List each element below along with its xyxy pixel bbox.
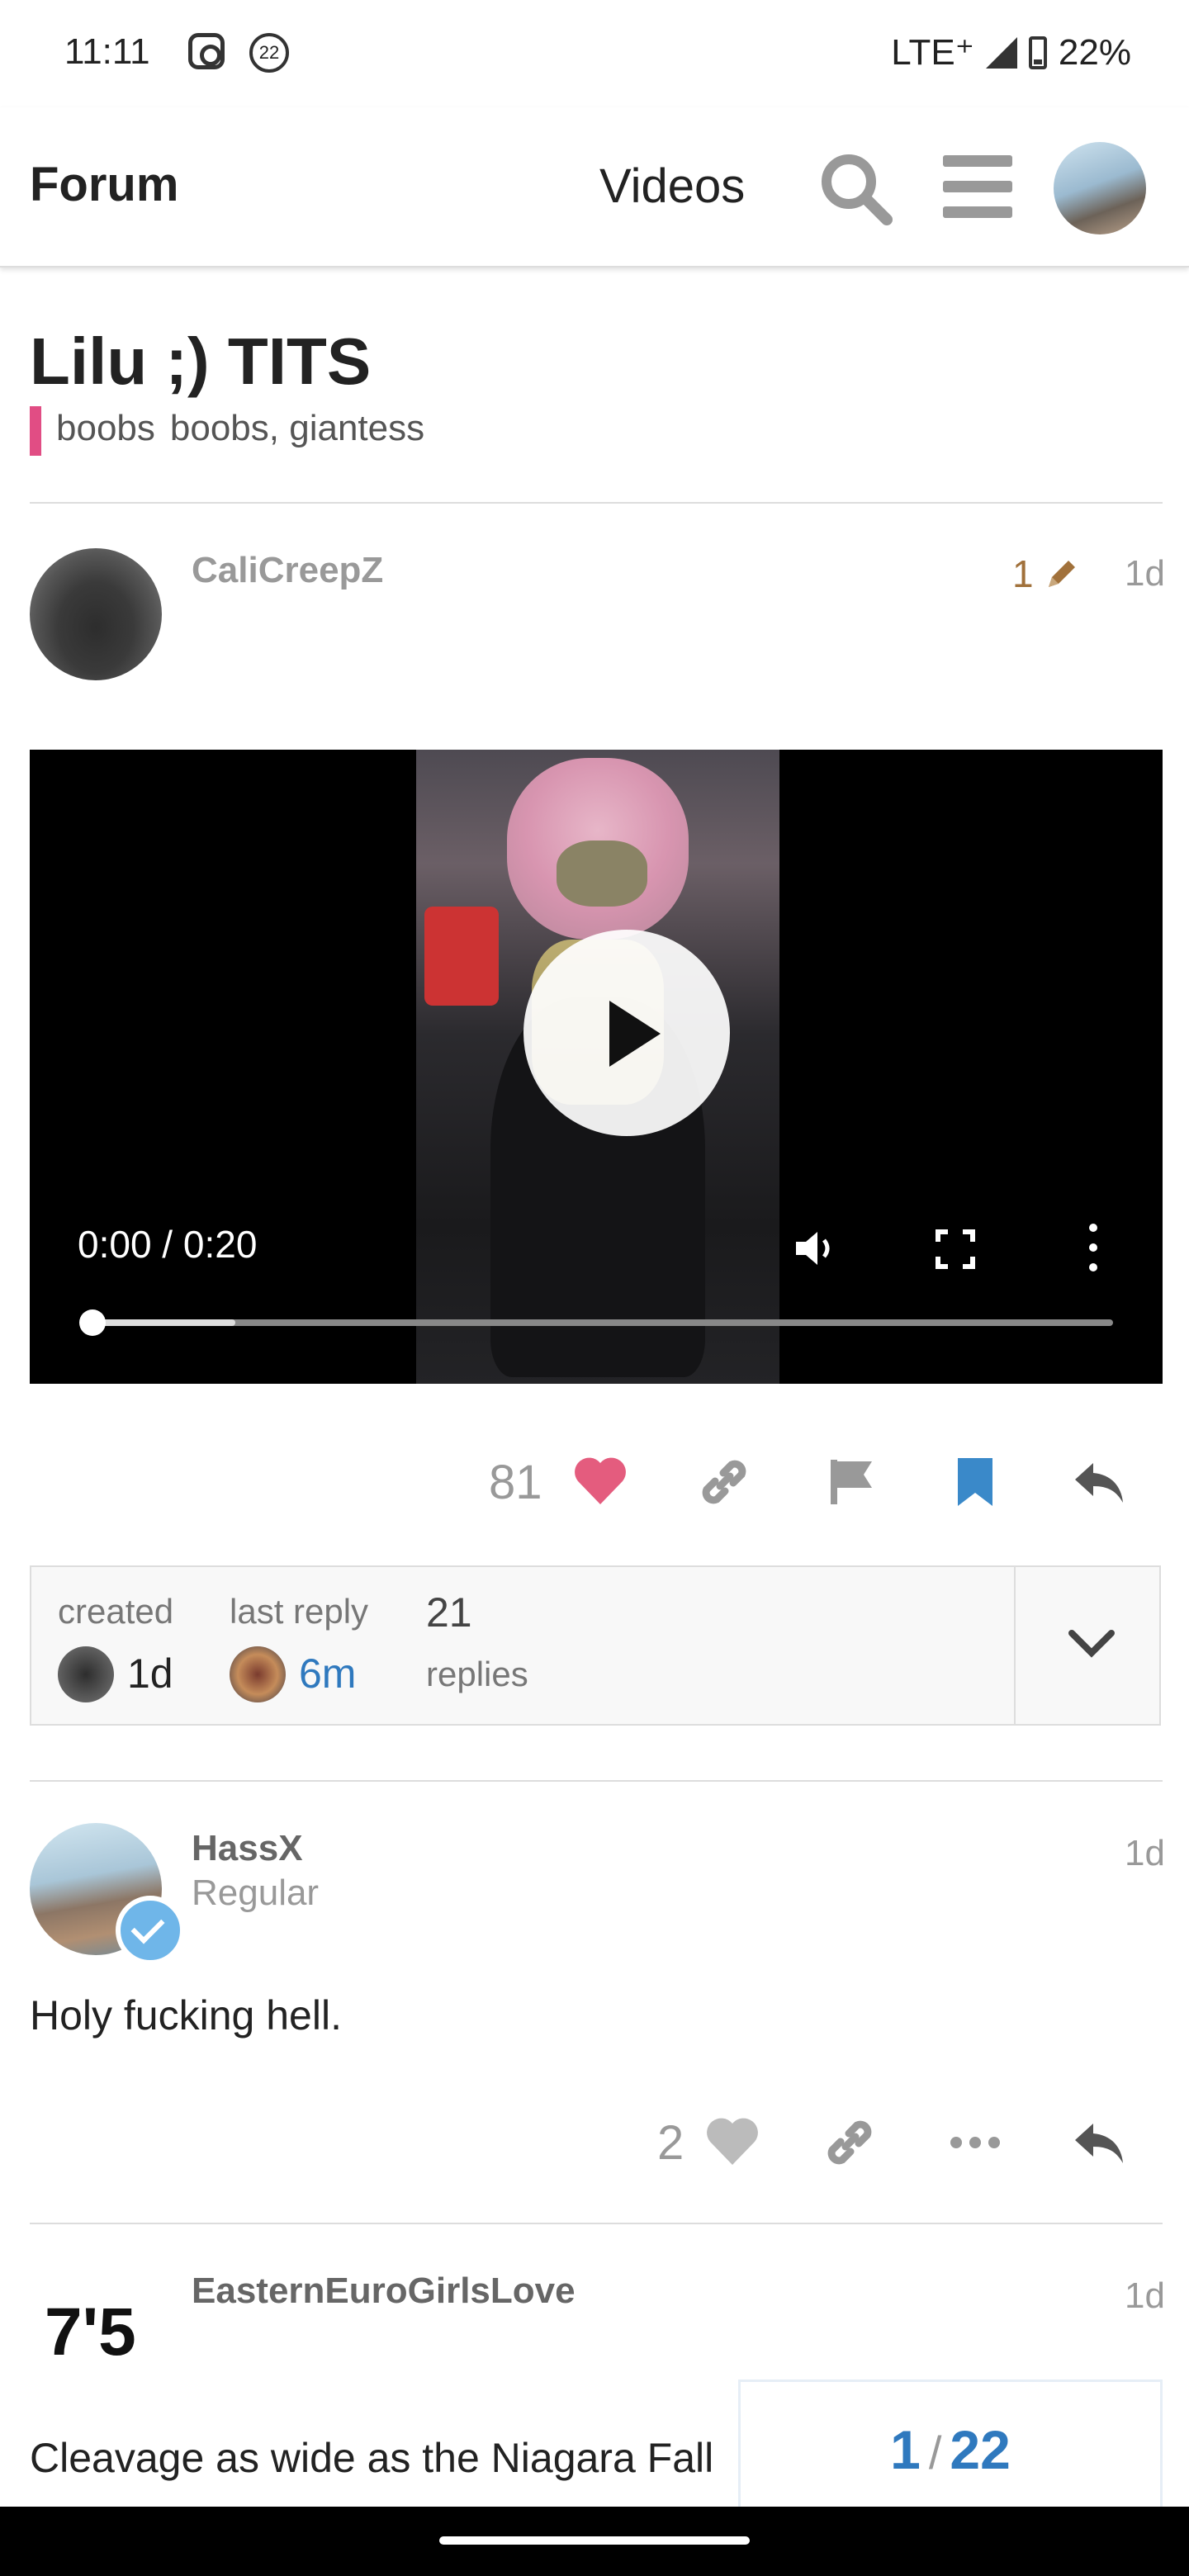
topic-map: created 1d last reply 6m 21 replies [30, 1565, 1161, 1726]
user-avatar[interactable] [1054, 142, 1146, 234]
site-header: Forum Videos [0, 107, 1189, 268]
post-username[interactable]: CaliCreepZ [192, 550, 383, 591]
counter-separator: / [928, 2427, 942, 2479]
network-label: LTE⁺ [891, 32, 974, 73]
reply-icon[interactable] [1070, 2114, 1128, 2171]
instagram-icon [188, 33, 225, 69]
divider [30, 1780, 1163, 1782]
post-counter: 1/22 [741, 2418, 1160, 2481]
like-count: 81 [489, 1456, 542, 1509]
video-progress-bar[interactable] [92, 1319, 1113, 1326]
buffered-range [92, 1319, 236, 1326]
replies-count: 21 [426, 1589, 472, 1636]
notification-badge: 22 [249, 33, 289, 73]
volume-icon[interactable] [789, 1224, 839, 1273]
progress-handle[interactable] [79, 1309, 106, 1336]
signal-icon [985, 36, 1017, 69]
post-avatar[interactable] [30, 548, 162, 680]
tag-link[interactable]: boobs [56, 408, 155, 448]
topic-title[interactable]: Lilu ;) TITS [30, 324, 371, 400]
topic-progress[interactable]: 1/22 [738, 2379, 1163, 2512]
edit-history[interactable]: 1 [1012, 552, 1082, 596]
play-button[interactable] [523, 930, 730, 1136]
heart-icon[interactable] [571, 1453, 629, 1511]
hamburger-menu-icon[interactable] [943, 155, 1012, 218]
chevron-down-icon[interactable] [1065, 1623, 1118, 1664]
reply-username[interactable]: HassX [192, 1828, 303, 1869]
last-reply-avatar[interactable] [230, 1646, 286, 1702]
tag-list: boobs boobs, giantess [56, 408, 439, 449]
reply-age[interactable]: 1d [1125, 2275, 1165, 2317]
current-post: 1 [890, 2419, 921, 2480]
status-right: LTE⁺ 22% [891, 31, 1131, 73]
link-icon[interactable] [695, 1453, 753, 1511]
status-time: 11:11 [64, 31, 150, 72]
battery-icon [1028, 36, 1047, 69]
total-posts: 22 [950, 2419, 1011, 2480]
nav-videos-link[interactable]: Videos [599, 159, 745, 214]
category-badge[interactable] [30, 406, 41, 456]
fullscreen-icon[interactable] [935, 1229, 976, 1270]
pencil-icon [1048, 561, 1075, 587]
divider [1014, 1567, 1016, 1724]
link-icon[interactable] [821, 2114, 879, 2171]
like-count: 2 [657, 2116, 685, 2170]
post-age[interactable]: 1d [1125, 553, 1165, 594]
reply-age[interactable]: 1d [1125, 1833, 1165, 1874]
reply-avatar[interactable]: 7'5 [45, 2294, 136, 2371]
verified-badge-icon [116, 1896, 185, 1965]
reply-username[interactable]: EasternEuroGirlsLove [192, 2271, 576, 2312]
status-bar: 11:11 22 LTE⁺ 22% [0, 0, 1189, 107]
replies-label: replies [426, 1655, 528, 1693]
reply-text: Cleavage as wide as the Niagara Fall [30, 2435, 714, 2481]
video-player[interactable]: 0:00 / 0:20 [30, 750, 1163, 1384]
last-reply-label: last reply [230, 1592, 369, 1631]
reply-icon[interactable] [1070, 1453, 1128, 1511]
more-actions-icon[interactable] [946, 2114, 1004, 2171]
tag-link[interactable]: boobs, giantess [170, 408, 424, 448]
heart-outline-icon[interactable] [703, 2114, 761, 2171]
more-options-icon[interactable] [1088, 1224, 1098, 1273]
reply-text: Holy fucking hell. [30, 1992, 342, 2039]
last-reply-value[interactable]: 6m [299, 1650, 356, 1698]
user-title: Regular [192, 1873, 320, 1913]
site-logo[interactable]: Forum [30, 157, 178, 212]
flag-icon[interactable] [824, 1453, 882, 1511]
battery-label: 22% [1058, 31, 1131, 73]
search-icon[interactable] [817, 150, 893, 226]
home-gesture-bar[interactable] [439, 2536, 750, 2545]
system-nav-bar [0, 2507, 1189, 2576]
divider [30, 2223, 1163, 2224]
created-label: created [58, 1592, 174, 1631]
divider [30, 502, 1163, 504]
edit-count: 1 [1012, 552, 1034, 595]
creator-avatar[interactable] [58, 1646, 114, 1702]
bookmark-icon[interactable] [946, 1453, 1004, 1511]
created-value: 1d [127, 1650, 173, 1697]
video-time: 0:00 / 0:20 [78, 1223, 258, 1266]
